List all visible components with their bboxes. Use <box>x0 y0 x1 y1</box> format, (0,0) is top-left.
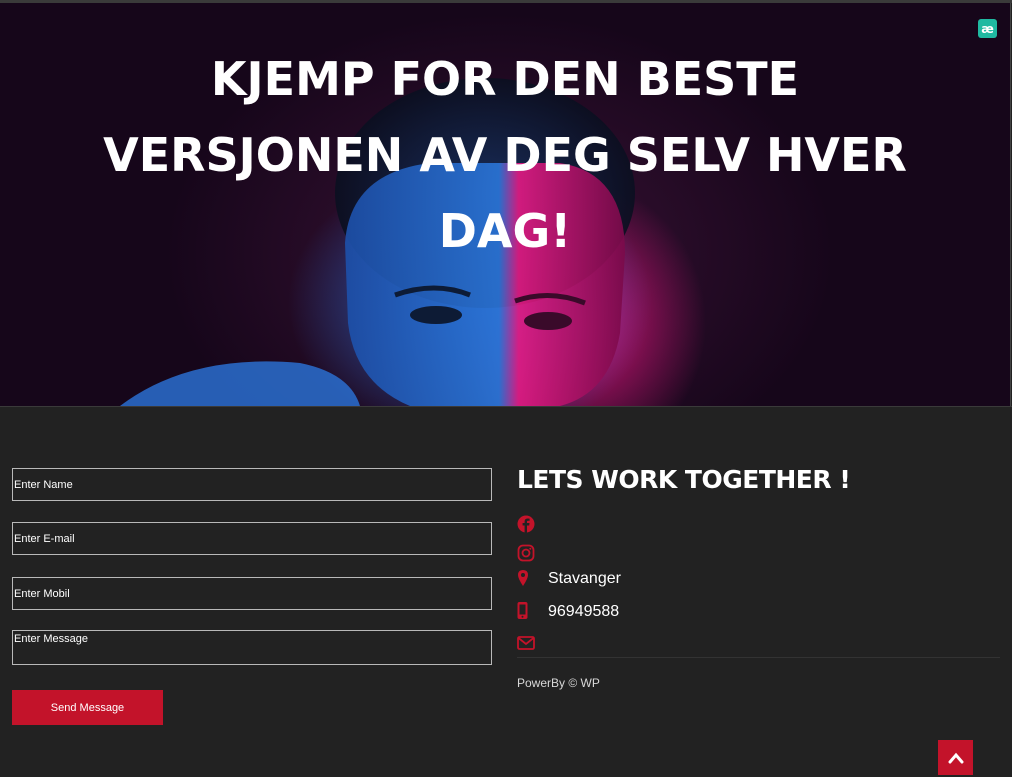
contact-heading: LETS WORK TOGETHER ! <box>517 465 851 494</box>
hero-headline-line-3: DAG! <box>438 204 572 258</box>
send-message-button[interactable]: Send Message <box>12 690 163 725</box>
hero-headline-line-1: KJEMP FOR DEN BESTE <box>210 52 800 106</box>
email-input[interactable]: Enter E-mail <box>12 522 492 555</box>
instagram-icon[interactable] <box>517 544 535 562</box>
hero-headline: KJEMP FOR DEN BESTE VERSJONEN AV DEG SEL… <box>0 41 1010 269</box>
hero-headline-line-2: VERSJONEN AV DEG SELV HVER <box>103 128 907 182</box>
phone-icon <box>517 602 535 620</box>
location-text: Stavanger <box>548 570 621 587</box>
powered-by-text: PowerBy © WP <box>517 676 600 690</box>
message-textarea[interactable]: Enter Message <box>12 630 492 665</box>
mobile-input[interactable]: Enter Mobil <box>12 577 492 610</box>
hero-banner: KJEMP FOR DEN BESTE VERSJONEN AV DEG SEL… <box>0 3 1011 406</box>
chevron-up-icon <box>948 752 963 763</box>
map-pin-icon <box>517 569 535 587</box>
facebook-icon[interactable] <box>517 515 535 533</box>
phone-text: 96949588 <box>548 603 620 620</box>
hero-divider <box>0 406 1012 407</box>
footer-divider <box>517 657 1000 658</box>
envelope-icon[interactable] <box>517 634 535 652</box>
scroll-to-top-button[interactable] <box>938 740 973 775</box>
ae-extension-badge[interactable]: æ <box>978 19 997 38</box>
name-input[interactable]: Enter Name <box>12 468 492 501</box>
